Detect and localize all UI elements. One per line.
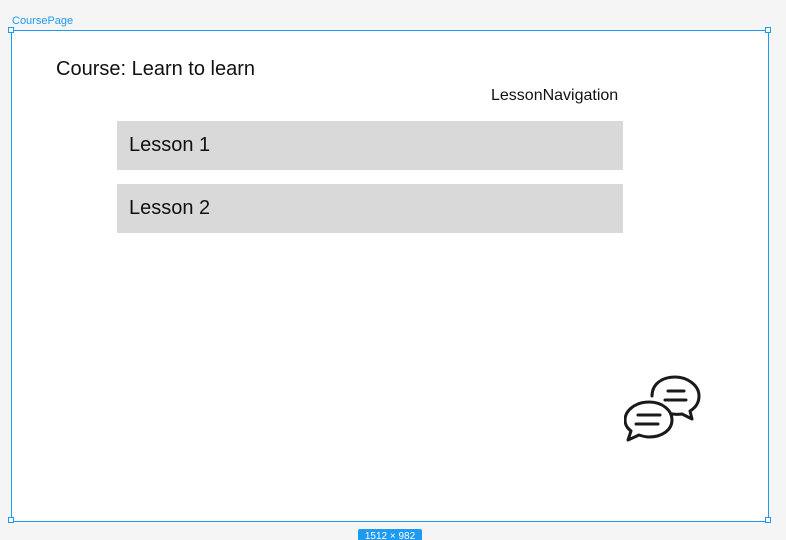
chat-bubbles-icon[interactable]	[624, 374, 702, 444]
resize-handle-bottom-right[interactable]	[765, 517, 771, 523]
resize-handle-top-left[interactable]	[8, 27, 14, 33]
lesson-item[interactable]: Lesson 2	[117, 184, 623, 233]
lesson-navigation-label: LessonNavigation	[491, 87, 619, 104]
frame-size-badge: 1512 × 982	[358, 529, 422, 540]
frame-name-label[interactable]: CoursePage	[12, 15, 73, 28]
design-canvas: CoursePage Course: Learn to learn Lesson…	[0, 0, 786, 540]
course-page-frame[interactable]: Course: Learn to learn LessonNavigation …	[11, 30, 769, 522]
resize-handle-bottom-left[interactable]	[8, 517, 14, 523]
resize-handle-top-right[interactable]	[765, 27, 771, 33]
course-title: Course: Learn to learn	[56, 58, 256, 80]
lesson-item[interactable]: Lesson 1	[117, 121, 623, 170]
